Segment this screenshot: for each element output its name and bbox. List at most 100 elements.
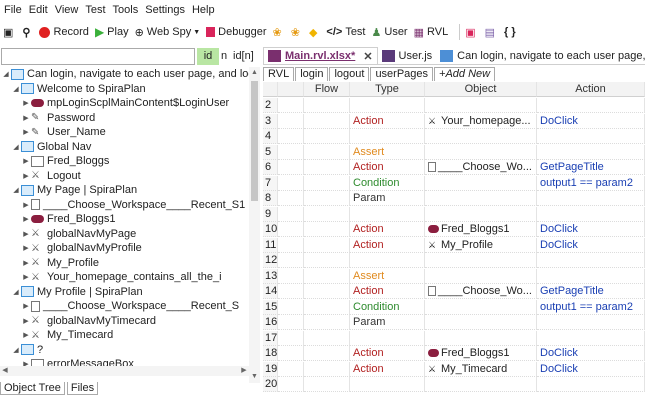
object-cell[interactable]: ⚔ My_Timecard — [425, 361, 537, 377]
expanded-arrow-icon[interactable]: ◢ — [12, 288, 20, 296]
grid-cell[interactable] — [278, 144, 304, 160]
action-cell[interactable]: DoClick — [537, 222, 645, 237]
n-filter-button[interactable]: n — [221, 50, 227, 62]
grid-cell[interactable] — [278, 330, 304, 346]
type-cell[interactable] — [350, 98, 425, 113]
type-cell[interactable] — [350, 129, 425, 144]
flow-cell[interactable] — [304, 98, 350, 113]
sheet-tab-userpages[interactable]: userPages — [370, 67, 434, 81]
debugger-button[interactable]: Debugger — [206, 26, 267, 38]
action-cell[interactable] — [537, 315, 645, 330]
object-cell[interactable]: Fred_Bloggs1 — [425, 222, 537, 237]
type-cell[interactable]: Action — [350, 113, 425, 129]
object-cell[interactable] — [425, 175, 537, 191]
grid-cell[interactable] — [278, 299, 304, 315]
flow-cell[interactable] — [304, 144, 350, 160]
action-cell[interactable]: output1 == param2 — [537, 175, 645, 191]
object-cell[interactable]: ⚔ My_Profile — [425, 237, 537, 253]
flow-cell[interactable] — [304, 299, 350, 315]
tree-node[interactable]: ▶ ⚔ globalNavMyProfile — [0, 241, 141, 255]
type-cell[interactable] — [350, 206, 425, 222]
flow-cell[interactable] — [304, 377, 350, 392]
action-cell[interactable]: DoClick — [537, 113, 645, 129]
collapsed-arrow-icon[interactable]: ▶ — [22, 114, 30, 122]
object-cell[interactable] — [425, 253, 537, 268]
flow-cell[interactable] — [304, 361, 350, 377]
save-button[interactable]: ▣ — [3, 26, 16, 39]
flow-cell[interactable] — [304, 129, 350, 144]
action-cell[interactable] — [537, 253, 645, 268]
collapsed-arrow-icon[interactable]: ▶ — [22, 259, 30, 267]
object-cell[interactable]: ____Choose_Wo... — [425, 160, 537, 175]
grid-cell[interactable] — [278, 361, 304, 377]
grid-cell[interactable] — [278, 191, 304, 206]
menu-help[interactable]: Help — [192, 4, 215, 16]
window-button[interactable]: ▤ — [485, 26, 498, 39]
type-cell[interactable] — [350, 377, 425, 392]
tree-node[interactable]: ▶ ✎ Password — [0, 111, 95, 125]
object-cell[interactable] — [425, 377, 537, 392]
tree-node[interactable]: ▶ mpLoginScplMainContent$LoginUser — [0, 96, 229, 110]
collapsed-arrow-icon[interactable]: ▶ — [22, 172, 30, 180]
action-cell[interactable]: output1 == param2 — [537, 299, 645, 315]
flow-cell[interactable] — [304, 253, 350, 268]
flow-cell[interactable] — [304, 113, 350, 129]
tree-node[interactable]: ◢ Welcome to SpiraPlan — [0, 82, 145, 96]
grid-cell[interactable] — [278, 160, 304, 175]
object-cell[interactable] — [425, 129, 537, 144]
tree-node[interactable]: ▶ ⚔ globalNavMyTimecard — [0, 314, 156, 328]
object-cell[interactable] — [425, 268, 537, 284]
ribbon-button[interactable]: ▣ — [465, 26, 478, 39]
flow-cell[interactable] — [304, 175, 350, 191]
sheet-tab-logout[interactable]: logout — [329, 67, 370, 81]
type-cell[interactable]: Action — [350, 284, 425, 299]
tree-node[interactable]: ▶ Fred_Bloggs1 — [0, 212, 115, 226]
collapsed-arrow-icon[interactable]: ▶ — [22, 273, 30, 281]
tree-node[interactable]: ◢ My Page | SpiraPlan — [0, 183, 137, 197]
scroll-left-icon[interactable]: ◀ — [0, 366, 10, 376]
action-cell[interactable] — [537, 206, 645, 222]
flow-cell[interactable] — [304, 346, 350, 361]
doc-tab-user-js[interactable]: User.js — [378, 47, 437, 64]
type-cell[interactable] — [350, 330, 425, 346]
sheet-tab-login[interactable]: login — [295, 67, 329, 81]
flow-cell[interactable] — [304, 284, 350, 299]
idn-filter-button[interactable]: id[n] — [233, 50, 254, 62]
collapsed-arrow-icon[interactable]: ▶ — [22, 215, 30, 223]
menu-test[interactable]: Test — [85, 4, 105, 16]
collapsed-arrow-icon[interactable]: ▶ — [22, 244, 30, 252]
sheet-tab-add-new[interactable]: +Add New — [434, 67, 496, 81]
collapsed-arrow-icon[interactable]: ▶ — [22, 128, 30, 136]
type-cell[interactable]: Assert — [350, 144, 425, 160]
object-cell[interactable] — [425, 98, 537, 113]
menu-edit[interactable]: Edit — [29, 4, 48, 16]
flow-cell[interactable] — [304, 222, 350, 237]
tree-node[interactable]: ▶ ⚔ Logout — [0, 169, 80, 183]
grid-cell[interactable] — [278, 222, 304, 237]
diamond-button[interactable]: ◆ — [309, 26, 320, 39]
grid-cell[interactable] — [278, 284, 304, 299]
doc-tab-main[interactable]: Main.rvl.xlsx* ✕ — [263, 47, 378, 64]
collapsed-arrow-icon[interactable]: ▶ — [22, 302, 30, 310]
expanded-arrow-icon[interactable]: ◢ — [2, 70, 10, 78]
tab-files[interactable]: Files — [66, 382, 99, 395]
menu-file[interactable]: File — [4, 4, 22, 16]
doc-tab-rvl[interactable]: Can login, navigate to each user page, a… — [436, 47, 645, 64]
object-cell[interactable] — [425, 144, 537, 160]
expanded-arrow-icon[interactable]: ◢ — [12, 85, 20, 93]
scroll-right-icon[interactable]: ▶ — [239, 366, 249, 376]
collapsed-arrow-icon[interactable]: ▶ — [22, 157, 30, 165]
action-cell[interactable]: GetPageTitle — [537, 160, 645, 175]
tree-node[interactable]: ▶ ____Choose_Workspace____Recent_S1 — [0, 198, 245, 212]
type-cell[interactable]: Param — [350, 315, 425, 330]
grid-cell[interactable] — [278, 237, 304, 253]
collapsed-arrow-icon[interactable]: ▶ — [22, 99, 30, 107]
tree-horizontal-scrollbar[interactable]: ◀ ▶ — [0, 366, 249, 376]
flow-cell[interactable] — [304, 237, 350, 253]
menu-tools[interactable]: Tools — [113, 4, 139, 16]
bug-step-button[interactable]: ❀ — [291, 26, 303, 39]
type-cell[interactable]: Action — [350, 160, 425, 175]
webspy-button[interactable]: ⊕ Web Spy ▼ — [135, 26, 201, 39]
collapsed-arrow-icon[interactable]: ▶ — [22, 317, 30, 325]
menu-settings[interactable]: Settings — [145, 4, 185, 16]
